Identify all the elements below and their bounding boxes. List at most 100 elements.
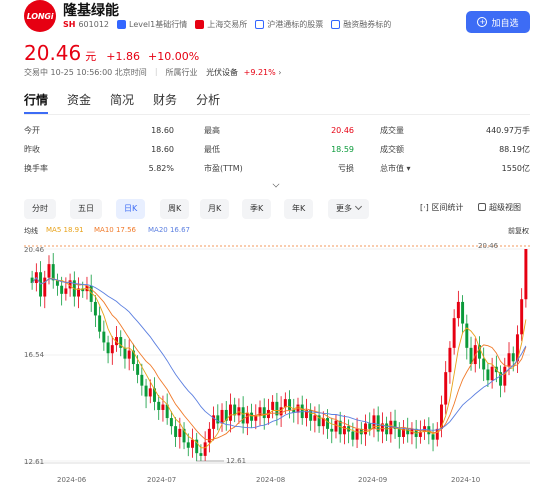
adjust-mode[interactable]: 前复权 (508, 226, 529, 236)
candle-body (431, 434, 435, 440)
quote-row: 昨收 18.60 最低 18.59 成交额 88.19亿 (24, 143, 530, 162)
tab-quote[interactable]: 行情 (24, 91, 49, 114)
quote-label: 昨收 (24, 145, 40, 154)
candle-body (271, 401, 275, 410)
candle-body (127, 350, 131, 359)
period-month-k[interactable]: 月K (200, 199, 230, 219)
candle-body (245, 412, 249, 424)
industry-label: 所属行业 (165, 68, 198, 77)
quote-label: 市盈(TTM) (204, 164, 243, 173)
quote-value: 18.59 (331, 145, 354, 154)
tag-margin[interactable]: 融资融券标的 (343, 19, 391, 30)
quote-value: 18.60 (151, 126, 174, 135)
tab-capital[interactable]: 资金 (67, 91, 91, 114)
add-watchlist-label: 加自选 (491, 17, 519, 28)
divider: | (154, 67, 158, 76)
last-price: 20.46 (24, 41, 82, 65)
ma20-line (31, 276, 527, 431)
ma10-value: MA10 17.56 (94, 226, 136, 234)
quote-value: 5.82% (148, 164, 174, 173)
candle-body (288, 399, 292, 410)
candle-body (161, 404, 165, 410)
candle-body (93, 301, 97, 316)
min-price-label: 12.61 (226, 457, 246, 465)
tab-finance[interactable]: 财务 (153, 91, 177, 114)
price-unit: 元 (85, 50, 97, 63)
main-tabs: 行情 资金 简况 财务 分析 (24, 91, 239, 114)
tag-exchange[interactable]: 上海交易所 (207, 19, 247, 30)
candle-body (326, 418, 330, 429)
exchange-tag: SH (63, 19, 76, 29)
ma10-line (31, 276, 527, 441)
candle-body (364, 423, 367, 435)
price-change: +1.86 (106, 50, 140, 63)
quote-cell[interactable]: 总市值 ▾ 1550亿 (380, 162, 530, 181)
quote-cell: 今开 18.60 (24, 124, 174, 143)
plus-icon: + (477, 17, 488, 27)
x-tick-label: 2024-08 (256, 476, 285, 484)
y-tick-label: 16.54 (24, 351, 45, 359)
period-quarter-k[interactable]: 季K (242, 199, 272, 219)
ma20-value: MA20 16.67 (148, 226, 190, 234)
tag-hk-connect[interactable]: 沪港通标的股票 (267, 19, 323, 30)
candle-body (262, 407, 266, 419)
interval-stats-tool[interactable]: [·] 区间统计 (420, 202, 463, 213)
candle-body (520, 299, 524, 335)
candle-body (60, 285, 64, 294)
period-day-k[interactable]: 日K (116, 199, 146, 219)
candle-body (216, 415, 220, 424)
candle-body (351, 431, 355, 440)
candle-body (110, 345, 114, 354)
candle-body (123, 347, 127, 359)
period-5day[interactable]: 五日 (70, 199, 102, 219)
candle-body (43, 277, 47, 297)
period-year-k[interactable]: 年K (284, 199, 314, 219)
add-watchlist-button[interactable]: + 加自选 (466, 11, 530, 33)
quote-row: 换手率 5.82% 市盈(TTM) 亏损 总市值 ▾ 1550亿 (24, 162, 530, 181)
candle-body (186, 442, 190, 448)
candle-body (106, 342, 110, 354)
expand-chevron-icon[interactable] (272, 180, 280, 188)
quote-value: 18.60 (151, 145, 174, 154)
candle-body (144, 385, 148, 397)
candle-body (511, 353, 515, 362)
candle-body (448, 347, 452, 373)
stock-meta: SH 601012 Level1基础行情 上海交易所 沪港通标的股票 融资融券标… (63, 17, 391, 31)
interval-stats-label: 区间统计 (431, 203, 464, 212)
quote-cell: 最高 20.46 (204, 124, 354, 143)
candle-body (490, 366, 494, 381)
candle-body (47, 264, 51, 278)
industry-name: 光伏设备 (206, 68, 239, 77)
x-tick-label: 2024-07 (147, 476, 176, 484)
period-week-k[interactable]: 周K (160, 199, 190, 219)
quote-row: 今开 18.60 最高 20.46 成交量 440.97万手 (24, 124, 530, 143)
quote-cell: 成交额 88.19亿 (380, 143, 530, 162)
candle-body (461, 301, 465, 324)
quote-label: 最高 (204, 126, 220, 135)
period-intraday[interactable]: 分时 (24, 199, 56, 219)
tab-profile[interactable]: 简况 (110, 91, 134, 114)
level1-icon (117, 19, 127, 29)
stock-header: LONGi 隆基绿能 SH 601012 Level1基础行情 上海交易所 沪港… (0, 0, 554, 36)
quote-cell: 换手率 5.82% (24, 162, 174, 181)
candle-body (178, 428, 182, 437)
axis-labels: 20.46 16.54 12.61 2024-06 2024-07 2024-0… (24, 242, 499, 484)
candle-body (250, 412, 254, 421)
x-tick-label: 2024-10 (451, 476, 480, 484)
x-tick-label: 2024-06 (57, 476, 87, 484)
candle-body (507, 353, 511, 367)
ma-lines (31, 276, 527, 462)
tab-analysis[interactable]: 分析 (196, 91, 220, 114)
candle-body (191, 439, 194, 448)
tag-level1[interactable]: Level1基础行情 (129, 19, 187, 30)
super-view-tool[interactable]: 超级视图 (478, 202, 521, 213)
candle-body (452, 318, 456, 348)
period-more[interactable]: 更多 (328, 199, 369, 219)
y-tick-label: 20.46 (24, 246, 45, 254)
industry-link[interactable]: 所属行业 光伏设备 +9.21% › (166, 67, 282, 78)
candlestick-chart[interactable]: 20.46 16.54 12.61 2024-06 2024-07 2024-0… (0, 236, 554, 491)
quote-label: 总市值 ▾ (380, 164, 411, 173)
trading-time: 交易中 10-25 10:56:00 北京时间 (24, 68, 147, 77)
quote-label: 最低 (204, 145, 220, 154)
quote-label: 换手率 (24, 164, 48, 173)
